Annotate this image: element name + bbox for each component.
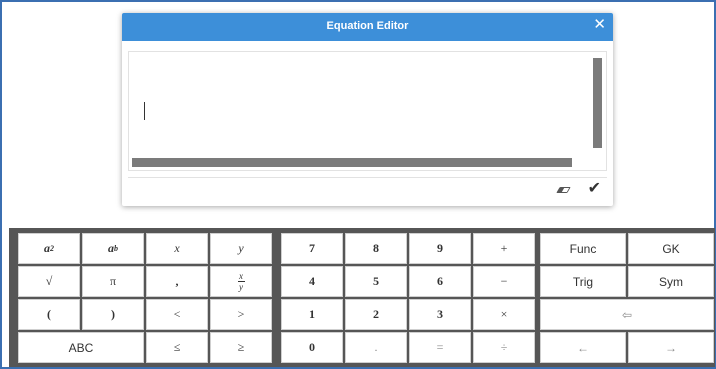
key-superscript: 2 [50,244,54,253]
key-right-arrow[interactable]: → [628,332,714,363]
dialog-titlebar: Equation Editor ✕ [122,13,613,41]
key-abc[interactable]: ABC [18,332,144,363]
key-close-paren[interactable]: ) [82,299,144,330]
numeric-keys: 7 8 9 + 4 5 6 − 1 2 3 × 0 . = ÷ [281,233,535,363]
key-0[interactable]: 0 [281,332,343,363]
horizontal-scrollbar[interactable] [132,158,572,167]
equation-editor-dialog: Equation Editor ✕ ✔ [122,13,613,206]
fraction-glyph: x y [237,271,245,292]
key-9[interactable]: 9 [409,233,471,264]
fraction-denominator: y [239,282,243,292]
function-keys: Func GK Trig Sym ⇦ ← → [540,233,714,363]
key-3[interactable]: 3 [409,299,471,330]
key-less-than[interactable]: < [146,299,208,330]
key-4[interactable]: 4 [281,266,343,297]
equation-input-area[interactable] [128,51,607,171]
key-y[interactable]: y [210,233,272,264]
key-left-arrow[interactable]: ← [540,332,626,363]
key-5[interactable]: 5 [345,266,407,297]
key-greater-equal[interactable]: ≥ [210,332,272,363]
check-icon[interactable]: ✔ [588,179,601,199]
key-6[interactable]: 6 [409,266,471,297]
math-symbol-keys: a2 ab x y √ π , x y ( ) < > ABC ≤ ≥ [18,233,272,363]
math-keyboard: a2 ab x y √ π , x y ( ) < > ABC ≤ ≥ 7 8 … [9,228,715,367]
key-a-squared[interactable]: a2 [18,233,80,264]
key-7[interactable]: 7 [281,233,343,264]
text-caret [144,102,145,120]
key-8[interactable]: 8 [345,233,407,264]
key-a-power-b[interactable]: ab [82,233,144,264]
key-greater-than[interactable]: > [210,299,272,330]
key-fraction[interactable]: x y [210,266,272,297]
key-2[interactable]: 2 [345,299,407,330]
key-plus[interactable]: + [473,233,535,264]
key-comma[interactable]: , [146,266,208,297]
key-equals[interactable]: = [409,332,471,363]
dialog-title: Equation Editor [326,20,409,32]
fraction-numerator: x [239,271,243,281]
key-divide[interactable]: ÷ [473,332,535,363]
key-pi[interactable]: π [82,266,144,297]
close-icon[interactable]: ✕ [593,16,606,34]
key-trig[interactable]: Trig [540,266,626,297]
key-less-equal[interactable]: ≤ [146,332,208,363]
key-backspace[interactable]: ⇦ [540,299,714,330]
key-decimal-point[interactable]: . [345,332,407,363]
vertical-scrollbar[interactable] [593,58,602,148]
key-minus[interactable]: − [473,266,535,297]
key-superscript: b [114,244,118,253]
key-gk[interactable]: GK [628,233,714,264]
key-1[interactable]: 1 [281,299,343,330]
eraser-icon[interactable] [556,187,571,193]
dialog-footer: ✔ [128,177,607,199]
key-sqrt[interactable]: √ [18,266,80,297]
key-multiply[interactable]: × [473,299,535,330]
key-open-paren[interactable]: ( [18,299,80,330]
key-x[interactable]: x [146,233,208,264]
key-func[interactable]: Func [540,233,626,264]
key-sym[interactable]: Sym [628,266,714,297]
